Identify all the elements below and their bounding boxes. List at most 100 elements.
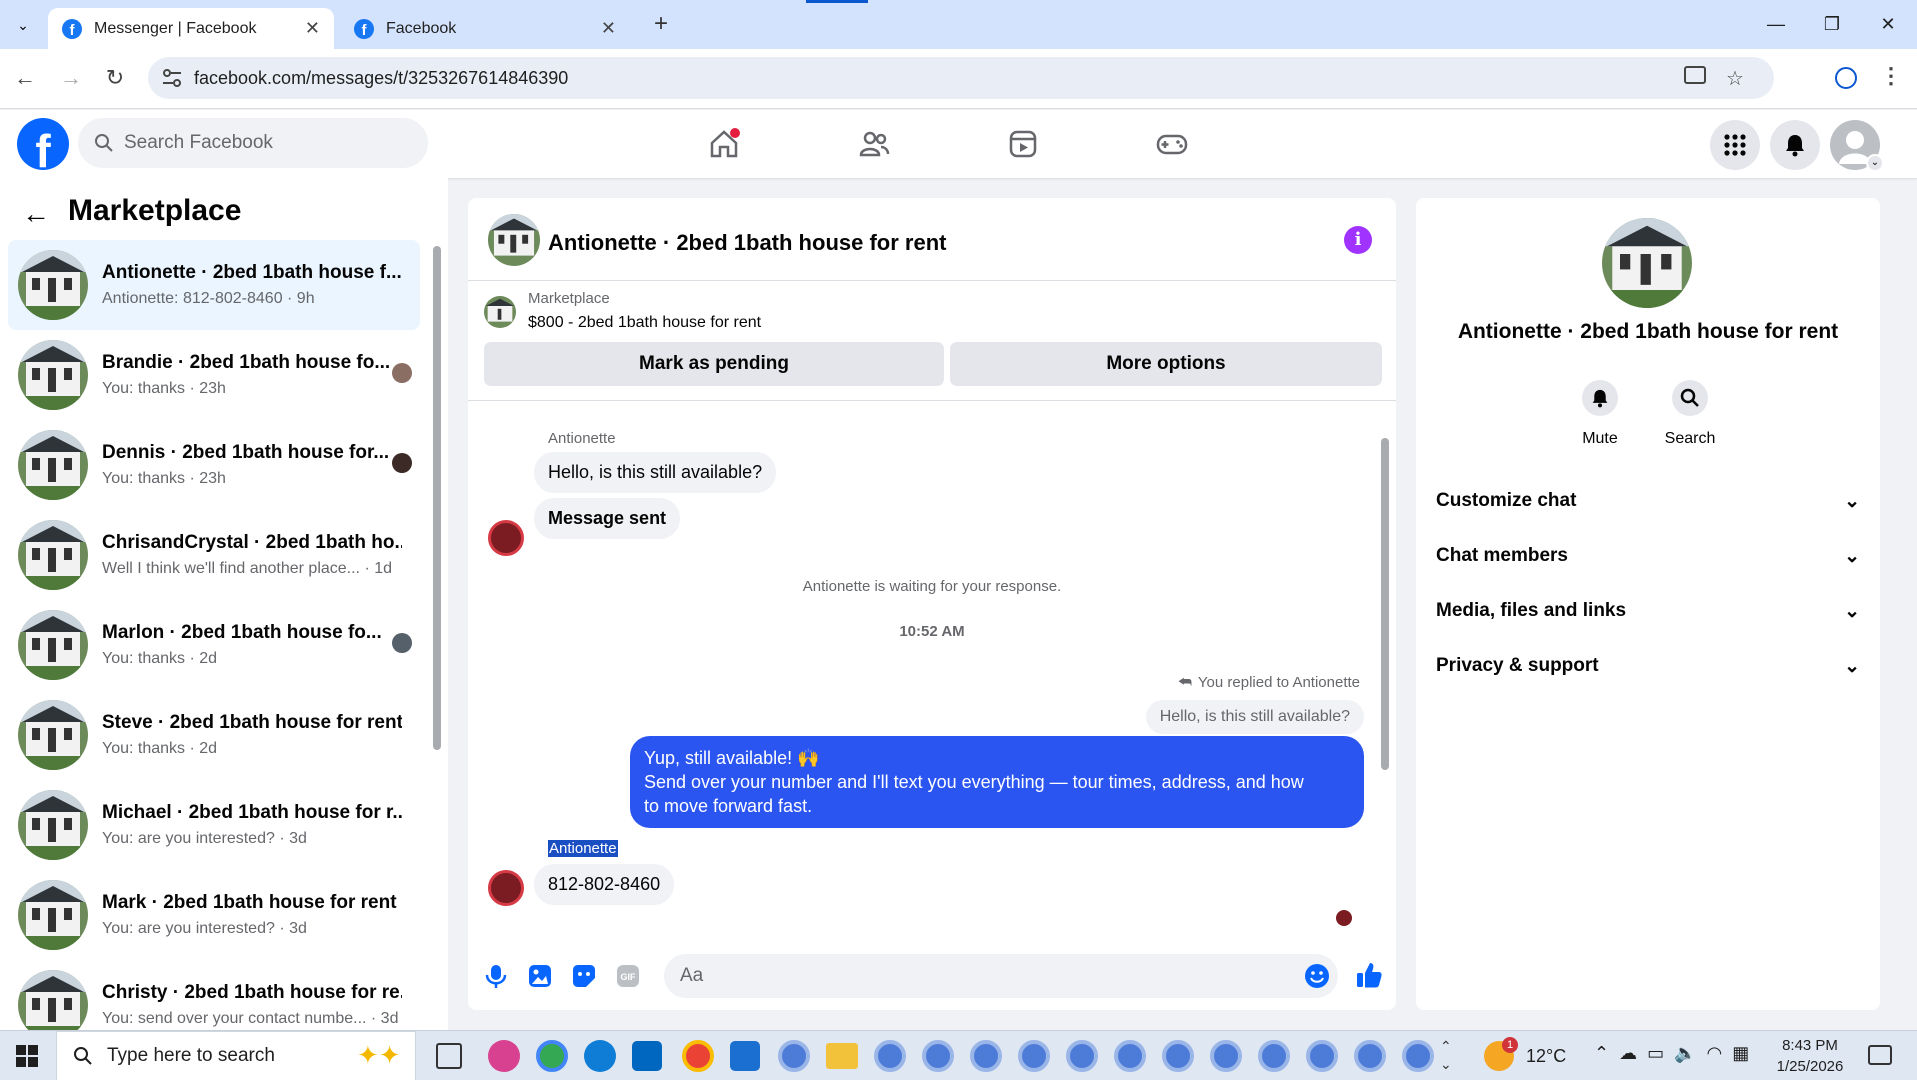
chrome-profile-icon[interactable] xyxy=(1354,1040,1386,1072)
close-tab-icon[interactable]: ✕ xyxy=(305,18,320,39)
tray-chevron-up-icon[interactable]: ⌃ xyxy=(1594,1043,1609,1064)
back-arrow-icon[interactable]: ← xyxy=(22,198,50,230)
site-settings-icon[interactable] xyxy=(162,69,182,87)
listing-description[interactable]: $800 - 2bed 1bath house for rent xyxy=(528,314,761,332)
chrome-profile-icon[interactable] xyxy=(1018,1040,1050,1072)
like-thumbs-up-icon[interactable] xyxy=(1354,960,1384,990)
taskbar-clock[interactable]: 8:43 PM 1/25/2026 xyxy=(1770,1035,1850,1077)
taskbar-overflow-icon[interactable]: ⌃ ⌄ xyxy=(1440,1037,1452,1073)
menu-grid-icon[interactable] xyxy=(1710,120,1760,170)
taskbar-search-input[interactable]: Type here to search ✦✦ xyxy=(56,1031,416,1080)
more-options-button[interactable]: More options xyxy=(950,342,1382,386)
browser-menu-icon[interactable]: ⋮ xyxy=(1880,63,1902,89)
battery-icon[interactable]: ▭ xyxy=(1647,1043,1664,1064)
search-icon[interactable] xyxy=(1672,380,1708,416)
chrome-icon[interactable] xyxy=(682,1040,714,1072)
facebook-search-input[interactable]: Search Facebook xyxy=(78,118,428,168)
conversation-item[interactable]: Steve · 2bed 1bath house for rent You: th… xyxy=(8,690,420,780)
chrome-profile-icon[interactable] xyxy=(874,1040,906,1072)
onedrive-icon[interactable]: ☁ xyxy=(1619,1043,1637,1064)
gaming-icon[interactable] xyxy=(1148,122,1196,166)
facebook-logo-icon[interactable]: f xyxy=(17,118,69,170)
reload-icon[interactable]: ↻ xyxy=(98,61,132,95)
conversation-item[interactable]: Michael · 2bed 1bath house for r... You: … xyxy=(8,780,420,870)
close-tab-icon[interactable]: ✕ xyxy=(601,18,616,39)
outlook-icon[interactable] xyxy=(730,1041,760,1071)
forward-arrow-icon[interactable]: → xyxy=(54,61,88,95)
video-icon[interactable] xyxy=(999,122,1047,166)
gif-icon[interactable]: GIF xyxy=(614,962,642,990)
conversation-list-scrollbar[interactable] xyxy=(433,246,441,750)
restore-window-icon[interactable]: ❐ xyxy=(1804,0,1860,49)
address-bar[interactable]: facebook.com/messages/t/3253267614846390… xyxy=(148,57,1774,99)
conversation-item[interactable]: Brandie · 2bed 1bath house fo... You: tha… xyxy=(8,330,420,420)
sticker-icon[interactable] xyxy=(570,962,598,990)
chrome-icon[interactable] xyxy=(536,1040,568,1072)
chrome-profile-icon[interactable] xyxy=(1114,1040,1146,1072)
volume-icon[interactable]: 🔈 xyxy=(1674,1043,1696,1064)
customize-chat-section[interactable]: Customize chat ⌄ xyxy=(1436,490,1860,513)
message-bubble-outgoing[interactable]: Yup, still available! 🙌 Send over your n… xyxy=(630,736,1364,828)
windows-start-icon[interactable] xyxy=(16,1045,38,1067)
privacy-support-section[interactable]: Privacy & support ⌄ xyxy=(1436,655,1860,678)
chrome-profile-icon[interactable] xyxy=(922,1040,954,1072)
conversation-item[interactable]: ChrisandCrystal · 2bed 1bath ho... Well I… xyxy=(8,510,420,600)
profile-name: Antionette · 2bed 1bath house for rent xyxy=(1457,320,1839,343)
search-label[interactable]: Search xyxy=(1650,430,1730,448)
chat-title[interactable]: Antionette · 2bed 1bath house for rent xyxy=(548,230,946,256)
message-bubble-incoming[interactable]: 812-802-8460 xyxy=(534,864,675,905)
chrome-profile-icon[interactable] xyxy=(1162,1040,1194,1072)
photo-icon[interactable] xyxy=(526,962,554,990)
chrome-profile-icon[interactable] xyxy=(970,1040,1002,1072)
conversation-item[interactable]: Dennis · 2bed 1bath house for... You: tha… xyxy=(8,420,420,510)
minimize-window-icon[interactable]: — xyxy=(1748,0,1804,49)
close-window-icon[interactable]: ✕ xyxy=(1860,0,1916,49)
mark-as-pending-button[interactable]: Mark as pending xyxy=(484,342,944,386)
sender-avatar[interactable] xyxy=(488,520,524,556)
mute-bell-icon[interactable] xyxy=(1582,380,1618,416)
profile-icon[interactable] xyxy=(1835,67,1857,89)
quoted-message[interactable]: Hello, is this still available? xyxy=(1145,700,1364,734)
bookmark-star-icon[interactable]: ☆ xyxy=(1726,66,1744,91)
chrome-profile-icon[interactable] xyxy=(1258,1040,1290,1072)
install-app-icon[interactable] xyxy=(1684,66,1706,84)
chat-scrollbar[interactable] xyxy=(1381,438,1389,770)
emoji-icon[interactable] xyxy=(1304,963,1330,989)
edge-icon[interactable] xyxy=(584,1040,616,1072)
sender-avatar[interactable] xyxy=(488,870,524,906)
notifications-chat-icon[interactable] xyxy=(1868,1045,1892,1065)
message-bubble-incoming[interactable]: Message sent xyxy=(534,498,681,539)
chrome-profile-icon[interactable] xyxy=(1306,1040,1338,1072)
wifi-icon[interactable]: ◠ xyxy=(1707,1043,1723,1064)
home-icon[interactable] xyxy=(700,122,748,166)
copilot-icon[interactable] xyxy=(488,1040,520,1072)
tab-facebook[interactable]: f Facebook ✕ xyxy=(340,8,630,49)
chrome-profile-icon[interactable] xyxy=(1210,1040,1242,1072)
file-explorer-icon[interactable] xyxy=(826,1043,858,1069)
chrome-profile-icon[interactable] xyxy=(1066,1040,1098,1072)
language-icon[interactable]: ▦ xyxy=(1732,1043,1749,1064)
message-input[interactable]: Aa xyxy=(664,954,1338,998)
chrome-profile-icon[interactable] xyxy=(1402,1040,1434,1072)
tab-messenger[interactable]: f Messenger | Facebook ✕ xyxy=(48,8,334,49)
conversation-info-icon[interactable]: i xyxy=(1344,226,1372,254)
mute-label[interactable]: Mute xyxy=(1560,430,1640,448)
chat-members-section[interactable]: Chat members ⌄ xyxy=(1436,545,1860,568)
tab-search-chevron-icon[interactable]: ⌄ xyxy=(6,10,40,40)
chrome-profile-icon[interactable] xyxy=(778,1040,810,1072)
notifications-bell-icon[interactable] xyxy=(1770,120,1820,170)
friends-icon[interactable] xyxy=(850,122,898,166)
conversation-item[interactable]: Marlon · 2bed 1bath house fo... You: than… xyxy=(8,600,420,690)
conversation-item[interactable]: Mark · 2bed 1bath house for rent You: are… xyxy=(8,870,420,960)
task-view-icon[interactable] xyxy=(436,1043,462,1069)
message-bubble-incoming[interactable]: Hello, is this still available? xyxy=(534,452,777,493)
profile-avatar[interactable] xyxy=(1602,218,1692,308)
media-files-links-section[interactable]: Media, files and links ⌄ xyxy=(1436,600,1860,623)
back-arrow-icon[interactable]: ← xyxy=(8,61,42,95)
store-icon[interactable] xyxy=(632,1041,662,1071)
microphone-icon[interactable] xyxy=(482,962,510,990)
account-chevron-icon[interactable]: ⌄ xyxy=(1866,154,1884,172)
weather-temperature[interactable]: 12°C xyxy=(1526,1046,1566,1067)
new-tab-plus-icon[interactable]: + xyxy=(648,12,674,38)
conversation-item[interactable]: Antionette · 2bed 1bath house f... Antion… xyxy=(8,240,420,330)
